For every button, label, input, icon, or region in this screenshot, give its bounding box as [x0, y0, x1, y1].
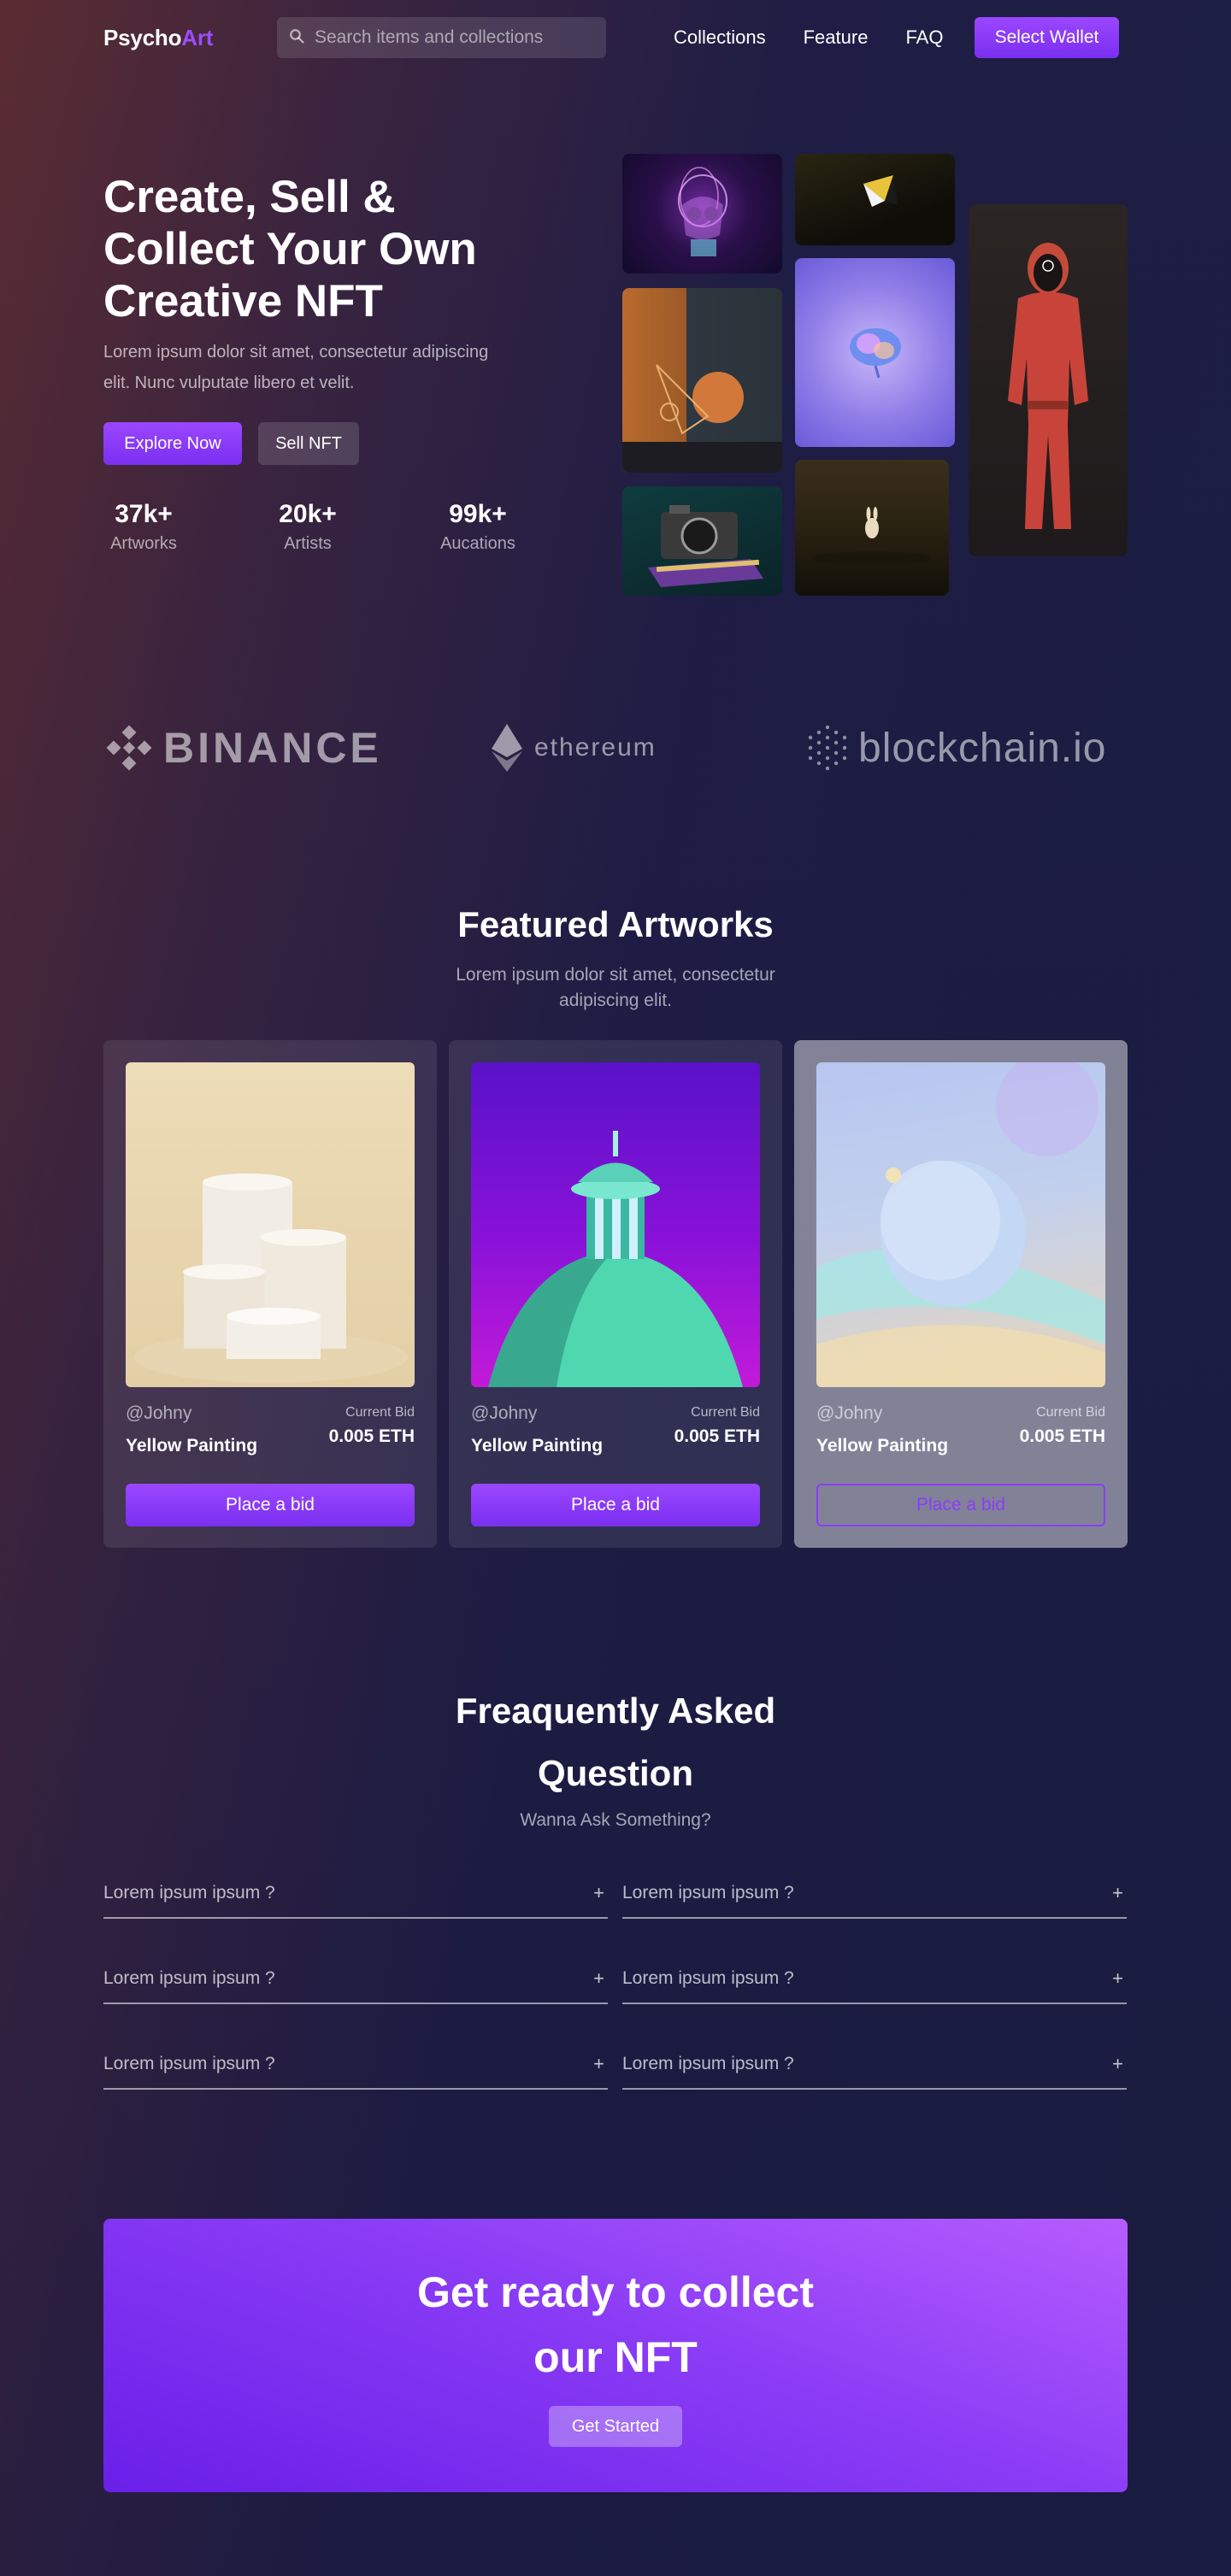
- gallery-image-origami[interactable]: [795, 154, 955, 245]
- search-input[interactable]: [315, 27, 597, 48]
- featured-subtitle: Lorem ipsum dolor sit amet, consectetur …: [0, 962, 1231, 1014]
- artwork-card[interactable]: @Johny Yellow Painting Current Bid 0.005…: [103, 1040, 437, 1548]
- cta-title-line: Get ready to collect: [416, 2268, 815, 2316]
- stat-artworks: 37k+ Artworks: [92, 500, 195, 554]
- faq-item[interactable]: Lorem ipsum ipsum ? +: [103, 2035, 608, 2090]
- plus-icon[interactable]: +: [1112, 1967, 1127, 1990]
- search-bar[interactable]: [277, 17, 606, 58]
- top-navbar: PsychoArt Collections Feature FAQ Select…: [103, 17, 1119, 58]
- place-bid-button[interactable]: Place a bid: [471, 1484, 760, 1526]
- place-bid-button[interactable]: Place a bid: [816, 1484, 1105, 1526]
- faq-item[interactable]: Lorem ipsum ipsum ? +: [103, 1864, 608, 1919]
- artwork-image-planet[interactable]: [816, 1062, 1105, 1387]
- current-bid-label: Current Bid: [345, 1405, 415, 1420]
- stat-value: 37k+: [115, 500, 173, 528]
- ethereum-icon: [492, 724, 522, 772]
- explore-now-button[interactable]: Explore Now: [103, 422, 242, 465]
- cta-title-line: our NFT: [533, 2333, 698, 2381]
- faq-item[interactable]: Lorem ipsum ipsum ? +: [622, 2035, 1127, 2090]
- stat-label: Artists: [284, 534, 332, 553]
- blockchain-label: blockchain.io: [858, 725, 1107, 771]
- stat-value: 99k+: [449, 500, 507, 528]
- gallery-image-camera[interactable]: [622, 486, 782, 596]
- artwork-image-pillars[interactable]: [126, 1062, 415, 1387]
- cta-title: Get ready to collect our NFT: [103, 2260, 1128, 2390]
- nav-links: Collections Feature FAQ: [674, 17, 943, 58]
- nav-link-faq[interactable]: FAQ: [905, 26, 943, 49]
- logo[interactable]: PsychoArt: [103, 25, 213, 51]
- nav-link-collections[interactable]: Collections: [674, 26, 766, 49]
- artwork-card[interactable]: @Johny Yellow Painting Current Bid 0.005…: [794, 1040, 1128, 1548]
- faq-title-line: Freaquently Asked: [455, 1691, 776, 1731]
- binance-logo: BINANCE: [103, 718, 382, 778]
- featured-title: Featured Artworks: [457, 904, 774, 944]
- current-bid-value: 0.005 ETH: [674, 1426, 760, 1446]
- hero-title-line: Collect Your Own: [103, 224, 477, 274]
- artwork-author[interactable]: @Johny: [816, 1403, 882, 1424]
- gallery-image-sphere[interactable]: [622, 288, 782, 473]
- artwork-title: Yellow Painting: [816, 1436, 949, 1456]
- faq-item[interactable]: Lorem ipsum ipsum ? +: [622, 1950, 1127, 2004]
- faq-question: Lorem ipsum ipsum ?: [622, 1883, 794, 1903]
- current-bid-value: 0.005 ETH: [1019, 1426, 1105, 1446]
- select-wallet-button[interactable]: Select Wallet: [975, 17, 1119, 58]
- gallery-image-skull[interactable]: [622, 154, 782, 273]
- faq-title-line: Question: [537, 1753, 693, 1793]
- faq-item[interactable]: Lorem ipsum ipsum ? +: [103, 1950, 608, 2004]
- featured-subtitle-line: Lorem ipsum dolor sit amet, consectetur: [456, 965, 775, 985]
- hero-title-line: Creative NFT: [103, 276, 383, 326]
- faq-question: Lorem ipsum ipsum ?: [622, 1968, 794, 1988]
- featured-subtitle-line: adipiscing elit.: [559, 991, 672, 1010]
- plus-icon[interactable]: +: [593, 2053, 608, 2075]
- plus-icon[interactable]: +: [1112, 1882, 1127, 1904]
- gallery-image-red-suit[interactable]: [969, 204, 1128, 556]
- blockchain-logo: blockchain.io: [805, 718, 1107, 778]
- stat-value: 20k+: [279, 500, 337, 528]
- artwork-author[interactable]: @Johny: [471, 1403, 537, 1424]
- faq-question: Lorem ipsum ipsum ?: [103, 2054, 275, 2073]
- gallery-image-brain[interactable]: [795, 258, 955, 447]
- hero-title-line: Create, Sell &: [103, 172, 396, 222]
- hero-title: Create, Sell & Collect Your Own Creative…: [103, 171, 548, 327]
- stat-label: Artworks: [110, 534, 177, 553]
- artwork-image-tower[interactable]: [471, 1062, 760, 1387]
- plus-icon[interactable]: +: [593, 1967, 608, 1990]
- place-bid-button[interactable]: Place a bid: [126, 1484, 415, 1526]
- faq-title: Freaquently Asked Question: [0, 1679, 1231, 1804]
- ethereum-logo: ethereum: [490, 718, 657, 778]
- faq-question: Lorem ipsum ipsum ?: [103, 1968, 275, 1988]
- artwork-author[interactable]: @Johny: [126, 1403, 191, 1424]
- faq-question: Lorem ipsum ipsum ?: [622, 2054, 794, 2073]
- binance-label: BINANCE: [163, 724, 382, 772]
- hero-subtitle: Lorem ipsum dolor sit amet, consectetur …: [103, 343, 489, 392]
- artwork-card[interactable]: @Johny Yellow Painting Current Bid 0.005…: [449, 1040, 782, 1548]
- stat-auctions: 99k+ Aucations: [427, 500, 529, 554]
- current-bid-label: Current Bid: [1036, 1405, 1105, 1420]
- gallery-image-bunny[interactable]: [795, 460, 949, 596]
- artwork-title: Yellow Painting: [471, 1436, 604, 1456]
- artwork-title: Yellow Painting: [126, 1436, 258, 1456]
- faq-subtitle: Wanna Ask Something?: [520, 1810, 711, 1830]
- binance-icon: [106, 725, 152, 771]
- cta-banner: Get ready to collect our NFT Get Started: [103, 2219, 1128, 2492]
- sell-nft-button[interactable]: Sell NFT: [258, 422, 359, 465]
- stat-artists: 20k+ Artists: [256, 500, 359, 554]
- get-started-button[interactable]: Get Started: [549, 2406, 682, 2447]
- faq-question: Lorem ipsum ipsum ?: [103, 1883, 275, 1903]
- current-bid-value: 0.005 ETH: [328, 1426, 415, 1446]
- current-bid-label: Current Bid: [691, 1405, 760, 1420]
- blockchain-icon: [808, 725, 847, 771]
- stat-label: Aucations: [440, 534, 515, 553]
- search-icon: [289, 28, 304, 48]
- nav-link-feature[interactable]: Feature: [804, 26, 869, 49]
- plus-icon[interactable]: +: [593, 1882, 608, 1904]
- faq-item[interactable]: Lorem ipsum ipsum ? +: [622, 1864, 1127, 1919]
- plus-icon[interactable]: +: [1112, 2053, 1127, 2075]
- ethereum-label: ethereum: [534, 733, 657, 762]
